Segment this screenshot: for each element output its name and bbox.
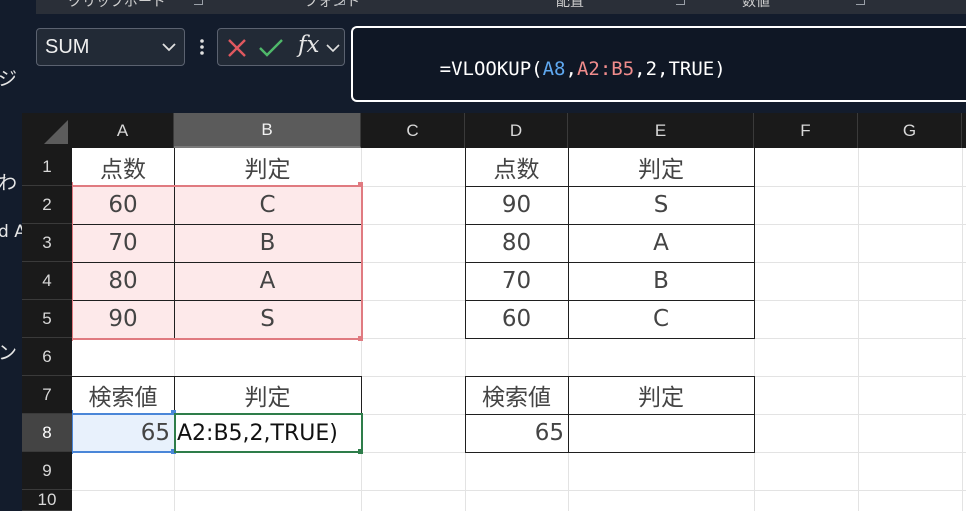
cell-border — [754, 148, 755, 339]
cell-e5[interactable]: C — [568, 300, 754, 338]
cell-border — [754, 376, 755, 453]
ribbon-group-font[interactable]: フォント — [304, 0, 360, 11]
cell-a5[interactable]: 90 — [72, 300, 174, 338]
column-header-a[interactable]: A — [72, 113, 174, 148]
formula-text: =VLOOKUP(A8,A2:B5,2,TRUE) — [371, 36, 726, 102]
formula-area: クリップボード フォント 配置 数値 SUM fx =VLOOKUP(A8,A2… — [0, 0, 966, 113]
left-pane-fragment: ン — [0, 342, 18, 364]
formula-segment: , — [565, 58, 577, 80]
formula-ref-range: A2:B5 — [576, 58, 635, 80]
cell-border — [465, 338, 755, 339]
cell-b7[interactable]: 判定 — [174, 376, 361, 414]
column-header-e[interactable]: E — [568, 113, 754, 148]
column-header-g[interactable]: G — [858, 113, 962, 148]
left-pane-sliver: ジ わ d A ン — [0, 14, 22, 511]
ribbon-group-alignment[interactable]: 配置 — [556, 0, 584, 11]
cell-a3[interactable]: 70 — [72, 224, 174, 262]
ribbon-group-labels: クリップボード フォント 配置 数値 — [36, 0, 966, 14]
cell-d8[interactable]: 65 — [465, 414, 568, 452]
row-header-3[interactable]: 3 — [22, 224, 72, 262]
row-header-2[interactable]: 2 — [22, 186, 72, 224]
column-header-overflow — [962, 113, 966, 148]
font-launcher-icon[interactable] — [336, 0, 345, 5]
cell-border — [465, 452, 755, 453]
column-header-b[interactable]: B — [174, 113, 361, 148]
chevron-down-icon[interactable] — [160, 38, 178, 56]
clipboard-launcher-icon[interactable] — [194, 0, 203, 5]
cell-e4[interactable]: B — [568, 262, 754, 300]
cell-d5[interactable]: 60 — [465, 300, 568, 338]
column-header-c[interactable]: C — [361, 113, 465, 148]
cell-d3[interactable]: 80 — [465, 224, 568, 262]
cell-b1[interactable]: 判定 — [174, 148, 361, 186]
alignment-launcher-icon[interactable] — [676, 0, 685, 5]
gridline — [858, 148, 859, 511]
select-all-triangle-icon — [44, 120, 68, 144]
cell-a4[interactable]: 80 — [72, 262, 174, 300]
gridline — [962, 148, 963, 511]
spreadsheet-grid[interactable]: 点数 判定 60 C 70 B 80 A 90 S 検索値 判定 65 A2:B… — [22, 113, 966, 511]
cell-e8[interactable] — [568, 414, 754, 452]
cancel-icon[interactable] — [226, 37, 248, 59]
cell-a8[interactable]: 65 — [72, 414, 174, 452]
cell-b5[interactable]: S — [174, 300, 361, 338]
number-launcher-icon[interactable] — [856, 0, 865, 5]
cell-d7[interactable]: 検索値 — [465, 376, 568, 414]
cell-d4[interactable]: 70 — [465, 262, 568, 300]
gridline — [72, 490, 966, 491]
cell-d1[interactable]: 点数 — [465, 148, 568, 186]
row-header-10[interactable]: 10 — [22, 490, 72, 511]
left-pane-fragment: d A — [0, 222, 22, 242]
select-all-button[interactable] — [22, 113, 72, 148]
row-header-6[interactable]: 6 — [22, 338, 72, 376]
formula-ref-a8: A8 — [542, 58, 566, 80]
cell-d2[interactable]: 90 — [465, 186, 568, 224]
cell-e2[interactable]: S — [568, 186, 754, 224]
row-header-8[interactable]: 8 — [22, 414, 72, 452]
formula-segment: ,2,TRUE) — [634, 58, 726, 80]
row-header-4[interactable]: 4 — [22, 262, 72, 300]
column-header-f[interactable]: F — [754, 113, 858, 148]
enter-check-icon[interactable] — [258, 37, 284, 59]
name-box[interactable]: SUM — [36, 28, 185, 66]
row-header-1[interactable]: 1 — [22, 148, 72, 186]
cell-b8-editing[interactable]: A2:B5,2,TRUE) — [174, 414, 361, 452]
cell-a2[interactable]: 60 — [72, 186, 174, 224]
formula-buttons: fx — [217, 28, 345, 66]
ribbon-group-number[interactable]: 数値 — [742, 0, 770, 11]
row-header-7[interactable]: 7 — [22, 376, 72, 414]
name-box-value: SUM — [45, 36, 90, 58]
cell-b3[interactable]: B — [174, 224, 361, 262]
cell-e3[interactable]: A — [568, 224, 754, 262]
cell-a1[interactable]: 点数 — [72, 148, 174, 186]
left-pane-fragment: ジ — [0, 68, 18, 90]
insert-function-button[interactable]: fx — [298, 32, 319, 58]
cell-b2[interactable]: C — [174, 186, 361, 224]
cell-a7[interactable]: 検索値 — [72, 376, 174, 414]
formula-segment: =VLOOKUP( — [439, 58, 543, 80]
formula-input[interactable]: =VLOOKUP(A8,A2:B5,2,TRUE) — [351, 26, 966, 102]
ribbon-group-clipboard[interactable]: クリップボード — [68, 0, 166, 11]
cell-b4[interactable]: A — [174, 262, 361, 300]
cell-e7[interactable]: 判定 — [568, 376, 754, 414]
column-header-d[interactable]: D — [465, 113, 568, 148]
row-header-5[interactable]: 5 — [22, 300, 72, 338]
more-options-icon[interactable] — [199, 38, 205, 56]
chevron-down-icon[interactable] — [325, 40, 341, 56]
left-pane-fragment: わ — [0, 172, 18, 194]
row-header-9[interactable]: 9 — [22, 452, 72, 490]
cell-e1[interactable]: 判定 — [568, 148, 754, 186]
